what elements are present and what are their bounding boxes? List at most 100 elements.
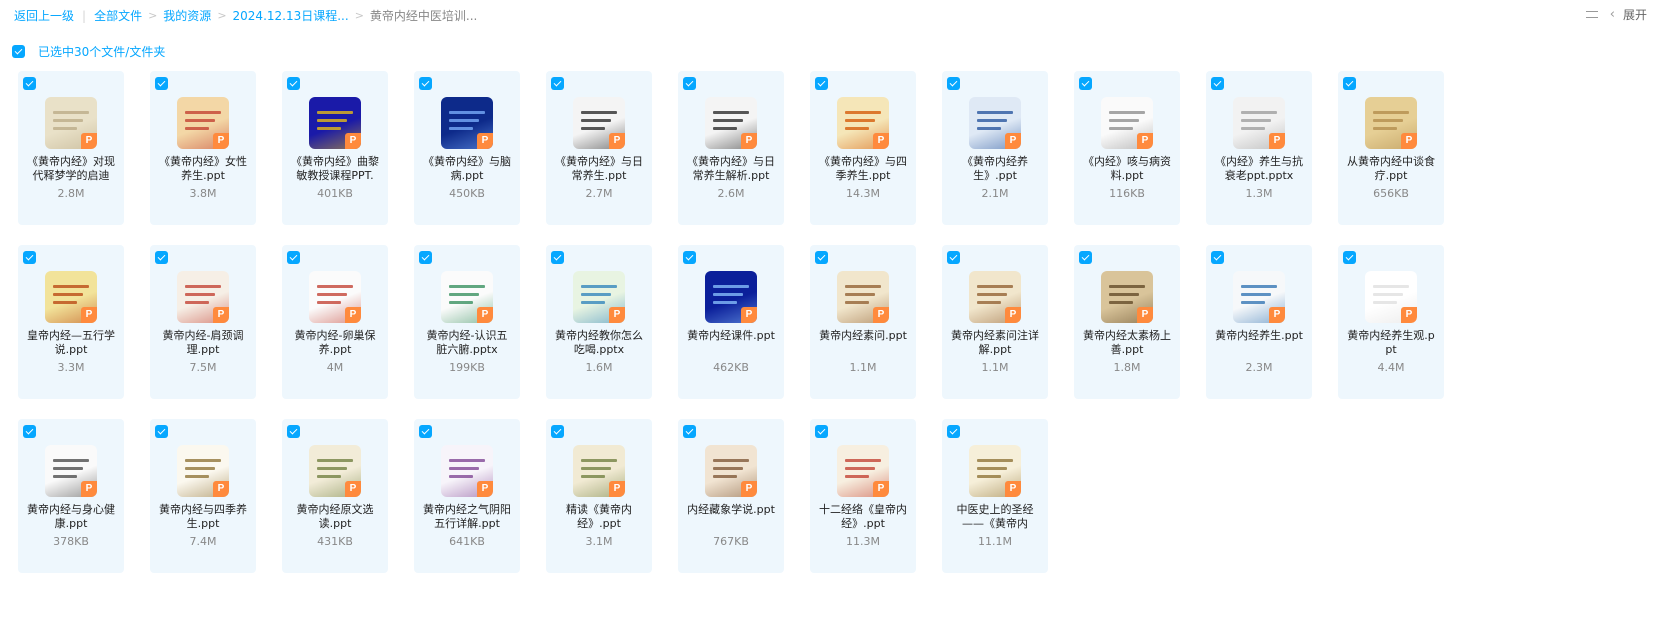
file-card[interactable]: P 十二经络《皇帝内经》.ppt 11.3M xyxy=(810,419,916,573)
breadcrumb-item-my-resources[interactable]: 我的资源 xyxy=(163,7,211,24)
file-card[interactable]: P 《黄帝内经》与四季养生.ppt 14.3M xyxy=(810,71,916,225)
file-size: 3.1M xyxy=(585,535,613,548)
ppt-thumbnail: P xyxy=(969,97,1021,149)
file-checkbox[interactable] xyxy=(287,77,300,90)
file-card[interactable]: P 从黄帝内经中谈食疗.ppt 656KB xyxy=(1338,71,1444,225)
file-checkbox[interactable] xyxy=(1079,251,1092,264)
thumbnail-text-line xyxy=(581,111,617,114)
file-card[interactable]: P 《黄帝内经》曲黎敏教授课程PPT. 401KB xyxy=(282,71,388,225)
file-size: 14.3M xyxy=(846,187,880,200)
breadcrumb-item-all-files[interactable]: 全部文件 xyxy=(94,7,142,24)
file-checkbox[interactable] xyxy=(683,251,696,264)
file-checkbox[interactable] xyxy=(23,77,36,90)
thumbnail-text-line xyxy=(317,293,347,296)
ppt-thumbnail: P xyxy=(969,445,1021,497)
file-card[interactable]: P 黄帝内经与四季养生.ppt 7.4M xyxy=(150,419,256,573)
file-checkbox[interactable] xyxy=(947,425,960,438)
back-link[interactable]: 返回上一级 xyxy=(14,7,74,24)
file-card[interactable]: P 《黄帝内经养生》.ppt 2.1M xyxy=(942,71,1048,225)
ppt-file-icon: P xyxy=(1401,307,1417,323)
file-checkbox[interactable] xyxy=(551,77,564,90)
thumbnail-text-line xyxy=(53,301,77,304)
file-card[interactable]: P 黄帝内经太素杨上善.ppt 1.8M xyxy=(1074,245,1180,399)
file-card[interactable]: P 《黄帝内经》对现代释梦学的启迪 2.8M xyxy=(18,71,124,225)
file-checkbox[interactable] xyxy=(155,251,168,264)
file-checkbox[interactable] xyxy=(23,251,36,264)
list-view-icon[interactable] xyxy=(1584,7,1600,23)
file-checkbox[interactable] xyxy=(419,425,432,438)
select-all-checkbox[interactable] xyxy=(12,45,25,58)
file-card[interactable]: P 精读《黄帝内经》.ppt 3.1M xyxy=(546,419,652,573)
file-card[interactable]: P 黄帝内经素问注详解.ppt 1.1M xyxy=(942,245,1048,399)
file-card[interactable]: P 黄帝内经-认识五脏六腑.pptx 199KB xyxy=(414,245,520,399)
file-checkbox[interactable] xyxy=(1211,251,1224,264)
file-checkbox[interactable] xyxy=(419,77,432,90)
file-checkbox[interactable] xyxy=(1211,77,1224,90)
file-checkbox[interactable] xyxy=(1079,77,1092,90)
file-size: 4.4M xyxy=(1377,361,1405,374)
thumbnail-text-line xyxy=(845,127,869,130)
file-size: 3.8M xyxy=(189,187,217,200)
ppt-file-icon: P xyxy=(1401,133,1417,149)
file-name: 精读《黄帝内经》.ppt xyxy=(566,503,632,530)
file-checkbox[interactable] xyxy=(947,77,960,90)
file-checkbox[interactable] xyxy=(551,425,564,438)
file-card[interactable]: P 内经藏象学说.ppt 767KB xyxy=(678,419,784,573)
file-checkbox[interactable] xyxy=(683,77,696,90)
thumbnail-text-line xyxy=(1373,119,1403,122)
thumbnail-text-line xyxy=(581,285,617,288)
file-checkbox[interactable] xyxy=(287,251,300,264)
file-card[interactable]: P 皇帝内经—五行学说.ppt 3.3M xyxy=(18,245,124,399)
chevron-right-icon: > xyxy=(354,9,364,22)
file-checkbox[interactable] xyxy=(815,251,828,264)
file-card[interactable]: P 黄帝内经素问.ppt 1.1M xyxy=(810,245,916,399)
file-card[interactable]: P 中医史上的圣经——《黄帝内经》. 11.1M xyxy=(942,419,1048,573)
file-checkbox[interactable] xyxy=(815,77,828,90)
file-checkbox[interactable] xyxy=(155,77,168,90)
thumbnail-text-line xyxy=(185,459,221,462)
file-card[interactable]: P 黄帝内经课件.ppt 462KB xyxy=(678,245,784,399)
file-card[interactable]: P 黄帝内经之气阴阳五行详解.ppt 641KB xyxy=(414,419,520,573)
file-checkbox[interactable] xyxy=(551,251,564,264)
ppt-file-icon: P xyxy=(1005,307,1021,323)
ppt-thumbnail: P xyxy=(441,271,493,323)
file-card[interactable]: P 黄帝内经养生观.ppt 4.4M xyxy=(1338,245,1444,399)
file-checkbox[interactable] xyxy=(1343,77,1356,90)
thumbnail-text-line xyxy=(1241,293,1271,296)
file-card[interactable]: P 黄帝内经教你怎么吃喝.pptx 1.6M xyxy=(546,245,652,399)
breadcrumb-item-course[interactable]: 2024.12.13日课程... xyxy=(233,7,349,24)
file-checkbox[interactable] xyxy=(419,251,432,264)
file-checkbox[interactable] xyxy=(947,251,960,264)
thumbnail-text-line xyxy=(185,119,215,122)
thumbnail-text-line xyxy=(845,119,875,122)
expand-button[interactable]: 展开 xyxy=(1623,6,1647,23)
file-card[interactable]: P 《内经》咳与病资料.ppt 116KB xyxy=(1074,71,1180,225)
file-card[interactable]: P 黄帝内经原文选读.ppt 431KB xyxy=(282,419,388,573)
file-card[interactable]: P 《黄帝内经》与日常养生解析.ppt 2.6M xyxy=(678,71,784,225)
file-card[interactable]: P 《黄帝内经》与脑病.ppt 450KB xyxy=(414,71,520,225)
file-card[interactable]: P 黄帝内经与身心健康.ppt 378KB xyxy=(18,419,124,573)
thumbnail-text-line xyxy=(1109,285,1145,288)
file-checkbox[interactable] xyxy=(23,425,36,438)
file-name: 《内经》养生与抗衰老ppt.pptx xyxy=(1215,155,1303,182)
thumbnail-text-line xyxy=(317,301,341,304)
file-card[interactable]: P 《黄帝内经》与日常养生.ppt 2.7M xyxy=(546,71,652,225)
file-checkbox[interactable] xyxy=(1343,251,1356,264)
thumbnail-text-line xyxy=(185,475,209,478)
file-card[interactable]: P 《黄帝内经》女性养生.ppt 3.8M xyxy=(150,71,256,225)
file-card[interactable]: P 黄帝内经养生.ppt 2.3M xyxy=(1206,245,1312,399)
chevron-left-icon[interactable]: ‹ xyxy=(1610,7,1615,22)
file-name: 十二经络《皇帝内经》.ppt xyxy=(819,503,907,530)
file-size: 1.3M xyxy=(1245,187,1273,200)
thumbnail-text-line xyxy=(581,119,611,122)
file-card[interactable]: P 黄帝内经-肩颈调理.ppt 7.5M xyxy=(150,245,256,399)
file-checkbox[interactable] xyxy=(155,425,168,438)
file-checkbox[interactable] xyxy=(683,425,696,438)
thumbnail-text-line xyxy=(185,293,215,296)
file-card[interactable]: P 《内经》养生与抗衰老ppt.pptx 1.3M xyxy=(1206,71,1312,225)
file-checkbox[interactable] xyxy=(815,425,828,438)
thumbnail-text-line xyxy=(1373,301,1397,304)
file-card[interactable]: P 黄帝内经-卵巢保养.ppt 4M xyxy=(282,245,388,399)
thumbnail-text-line xyxy=(317,111,353,114)
file-checkbox[interactable] xyxy=(287,425,300,438)
